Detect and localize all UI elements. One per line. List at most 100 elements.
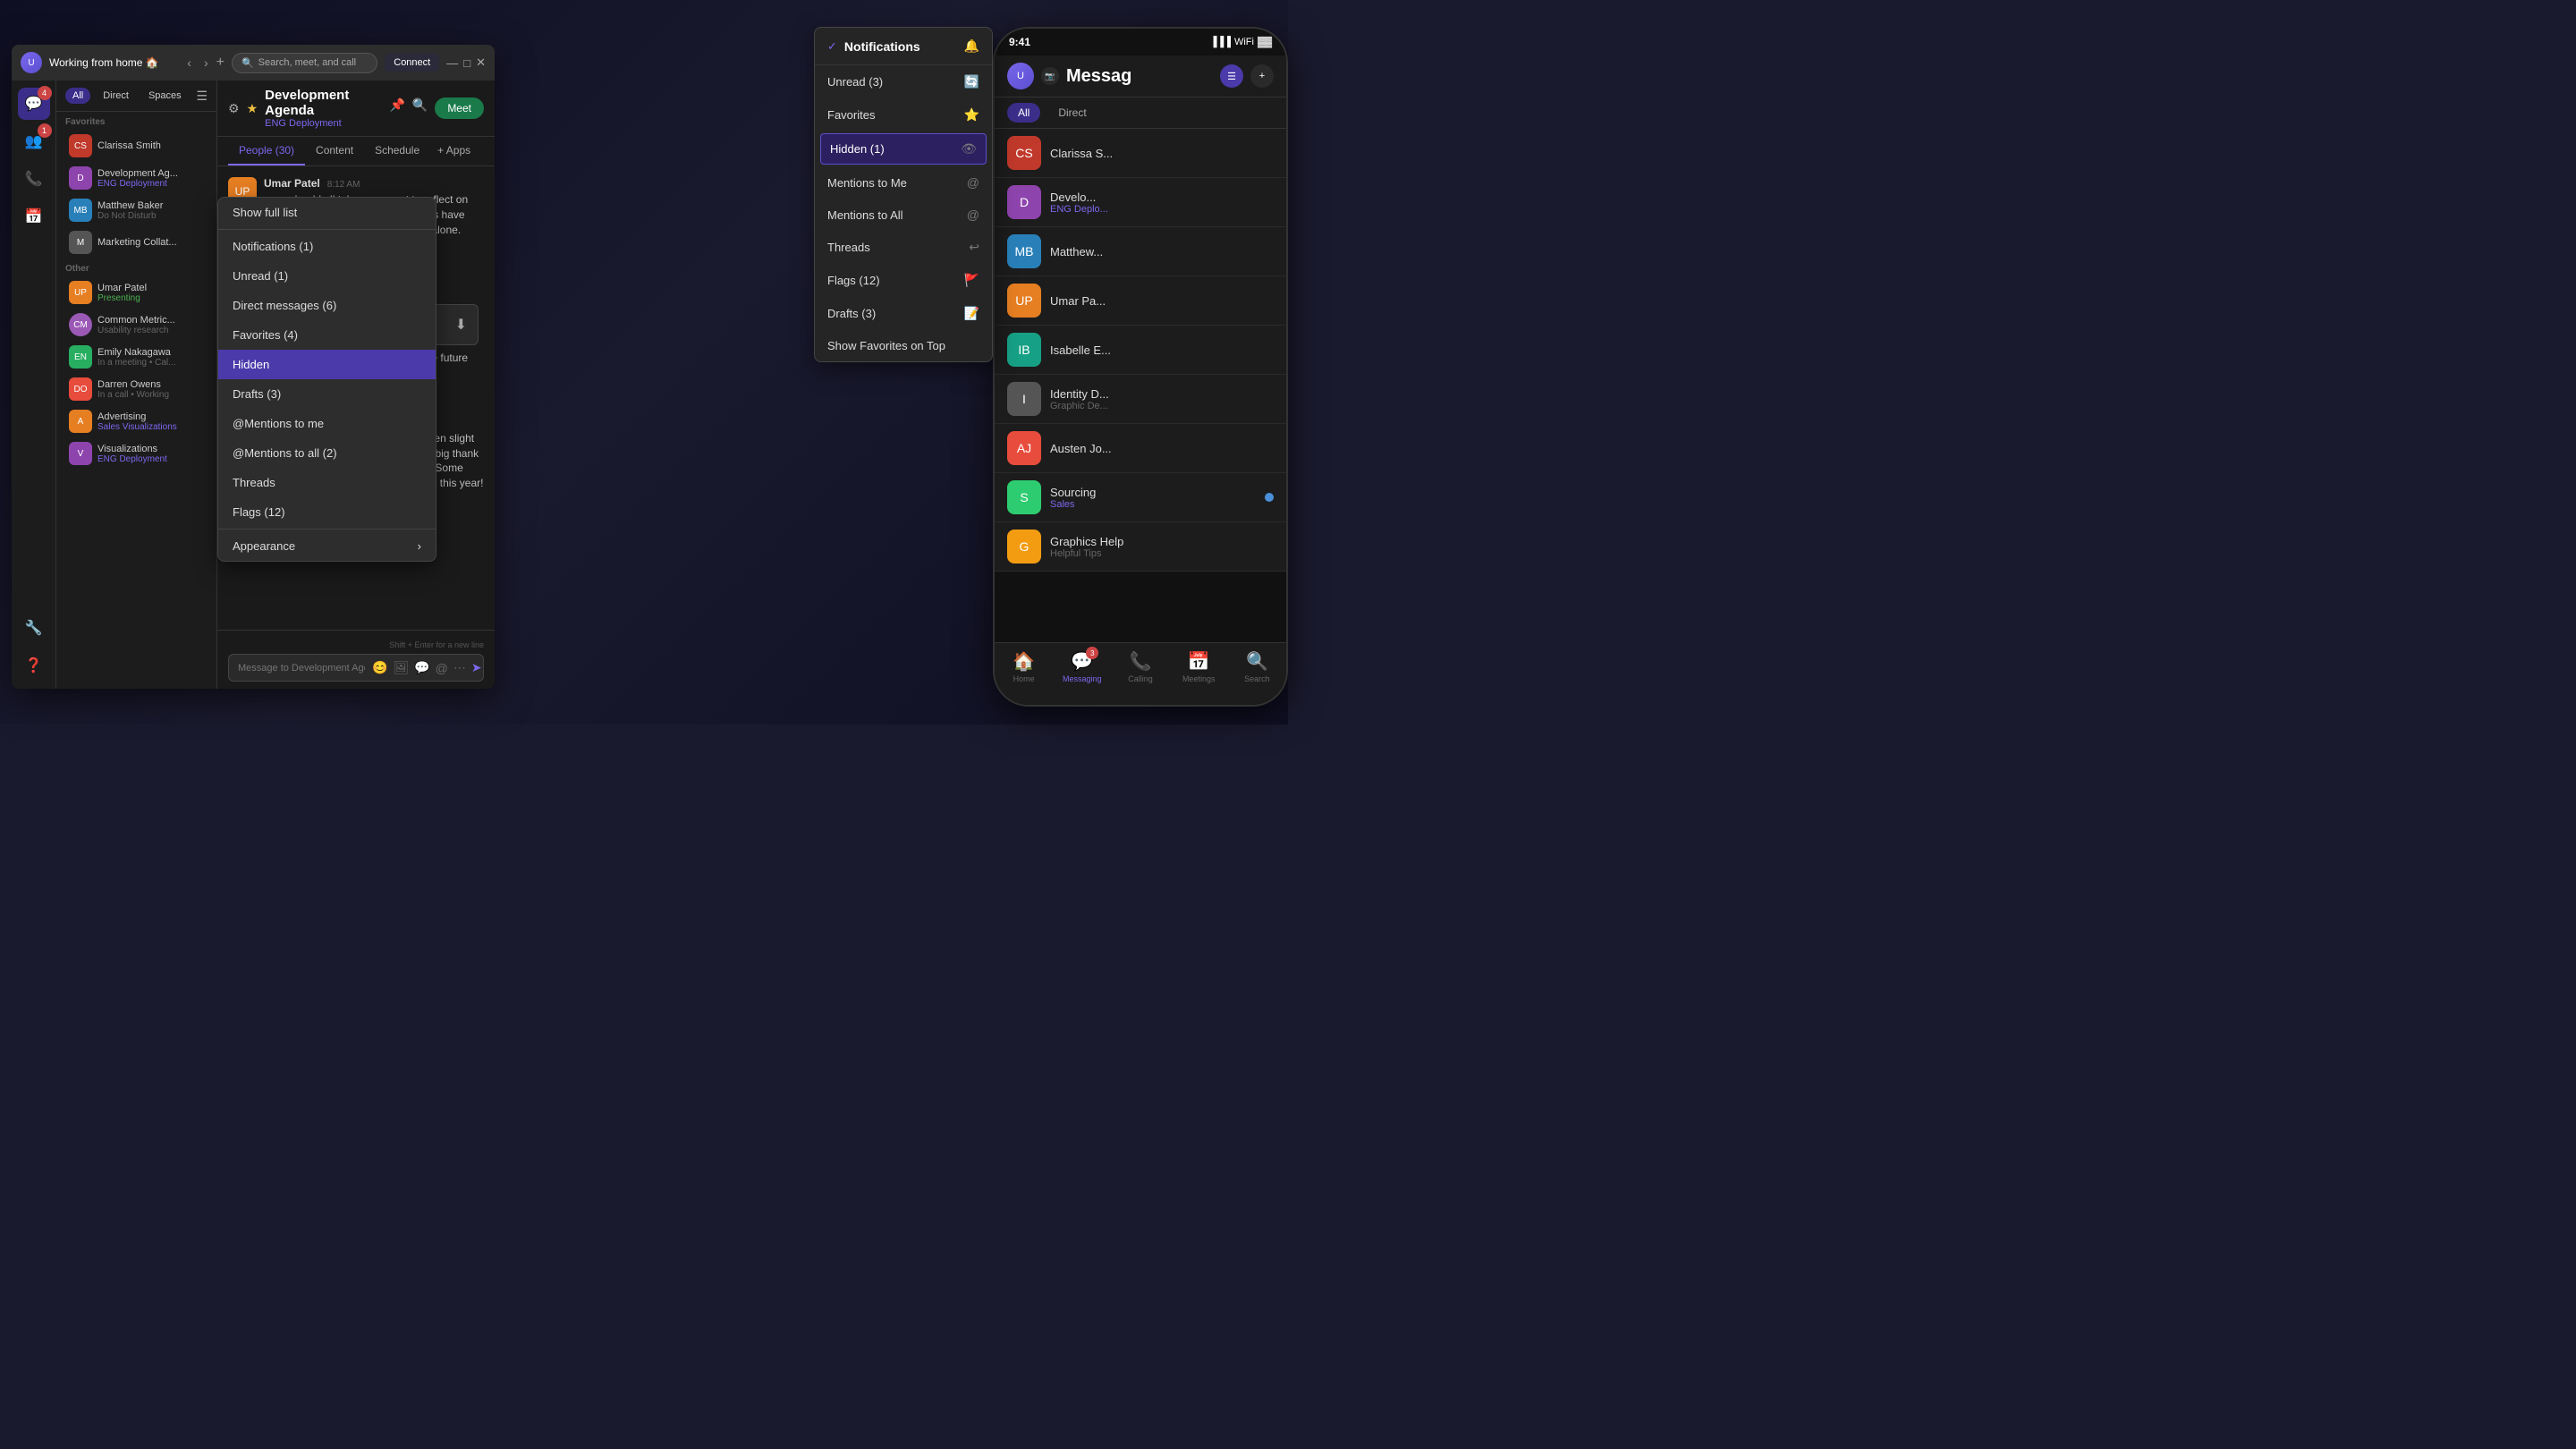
filter-all[interactable]: All (65, 88, 90, 104)
pin-icon[interactable]: 📌 (389, 97, 404, 119)
dropdown-flags[interactable]: Flags (12) (218, 497, 436, 527)
connect-button[interactable]: Connect (385, 54, 439, 72)
minimize-button[interactable]: — (446, 55, 458, 70)
dropdown-hidden[interactable]: Hidden (218, 350, 436, 379)
nav-icon-calendar[interactable]: 📅 (18, 200, 50, 233)
nav-icon-help[interactable]: ❓ (18, 649, 50, 682)
dropdown-notifications[interactable]: Notifications (1) (218, 232, 436, 261)
meet-button[interactable]: Meet (435, 97, 484, 119)
phone-filter-icon[interactable]: ☰ (1220, 64, 1243, 88)
phone-list-item-matthew[interactable]: MB Matthew... (995, 227, 1286, 276)
settings-icon[interactable]: ⚙ (228, 101, 240, 116)
phone-nav-calling[interactable]: 📞 Calling (1111, 650, 1169, 683)
notif-item-drafts[interactable]: Drafts (3) 📝 (815, 297, 992, 330)
tab-schedule[interactable]: Schedule (364, 137, 430, 165)
phone-list-item-umar[interactable]: UP Umar Pa... (995, 276, 1286, 326)
sidebar-item-devagenda[interactable]: D Development Ag... ENG Deployment (60, 163, 213, 193)
download-icon[interactable]: ⬇ (455, 316, 467, 334)
filter-direct[interactable]: Direct (96, 88, 136, 104)
notif-item-favorites[interactable]: Favorites ⭐ (815, 98, 992, 131)
nav-icon-teams[interactable]: 👥 1 (18, 125, 50, 157)
dropdown-label: Drafts (3) (233, 387, 281, 401)
phone-item-info: Identity D... Graphic De... (1050, 387, 1274, 411)
tab-people[interactable]: People (30) (228, 137, 305, 165)
phone-nav-meetings[interactable]: 📅 Meetings (1170, 650, 1228, 683)
sidebar-item-common[interactable]: CM Common Metric... Usability research (60, 309, 213, 340)
dropdown-threads[interactable]: Threads (218, 468, 436, 497)
phone-tab-direct[interactable]: Direct (1047, 103, 1097, 123)
bell-icon[interactable]: 🔔 (964, 38, 979, 54)
attach-button[interactable]: 🖼 (393, 660, 409, 675)
notif-item-unread[interactable]: Unread (3) 🔄 (815, 65, 992, 98)
messaging-label: Messaging (1063, 674, 1102, 683)
phone-status-indicator[interactable]: 📷 (1041, 67, 1059, 85)
dropdown-show-full-list[interactable]: Show full list (218, 198, 436, 227)
dropdown-unread[interactable]: Unread (1) (218, 261, 436, 291)
phone-list-item-graphics[interactable]: G Graphics Help Helpful Tips (995, 522, 1286, 572)
sidebar-item-darren[interactable]: DO Darren Owens In a call • Working (60, 374, 213, 404)
unread-dot (1265, 493, 1274, 502)
dropdown-favorites[interactable]: Favorites (4) (218, 320, 436, 350)
notif-item-show-favorites[interactable]: Show Favorites on Top (815, 330, 992, 361)
sidebar-item-emily[interactable]: EN Emily Nakagawa In a meeting • Cal... (60, 342, 213, 372)
phone-list-item-sourcing[interactable]: S Sourcing Sales (995, 473, 1286, 522)
gif-button[interactable]: 💬 (414, 660, 429, 675)
sidebar-item-umar[interactable]: UP Umar Patel Presenting (60, 277, 213, 308)
sidebar-item-visualizations[interactable]: V Visualizations ENG Deployment (60, 438, 213, 469)
phone-nav-search[interactable]: 🔍 Search (1228, 650, 1286, 683)
filter-spaces[interactable]: Spaces (141, 88, 189, 104)
nav-icon-chat[interactable]: 💬 4 (18, 88, 50, 120)
notif-item-mentions-me[interactable]: Mentions to Me @ (815, 166, 992, 199)
tab-add-apps[interactable]: + Apps (430, 137, 478, 165)
tab-content[interactable]: Content (305, 137, 364, 165)
phone-list-item-dev[interactable]: D Develo... ENG Deplo... (995, 178, 1286, 227)
send-button[interactable]: ➤ (471, 660, 482, 675)
dropdown-label: Favorites (4) (233, 328, 298, 342)
flag-icon: 🚩 (964, 273, 979, 288)
phone-list-item-identity[interactable]: I Identity D... Graphic De... (995, 375, 1286, 424)
dropdown-mentions-me[interactable]: @Mentions to me (218, 409, 436, 438)
maximize-button[interactable]: □ (463, 55, 470, 70)
dropdown-mentions-all[interactable]: @Mentions to all (2) (218, 438, 436, 468)
phone-list-item-clarissa[interactable]: CS Clarissa S... (995, 129, 1286, 178)
item-avatar: UP (69, 281, 92, 304)
message-input[interactable] (238, 663, 365, 674)
search-bar[interactable]: 🔍 Search, meet, and call (232, 53, 377, 73)
star-icon[interactable]: ★ (247, 101, 258, 116)
notif-item-mentions-all[interactable]: Mentions to All @ (815, 199, 992, 231)
sidebar-item-clarissa[interactable]: CS Clarissa Smith (60, 131, 213, 161)
new-tab-button[interactable]: + (216, 54, 225, 72)
notif-item-threads[interactable]: Threads ↩ (815, 231, 992, 264)
phone-nav-messaging[interactable]: 💬 3 Messaging (1053, 650, 1111, 683)
notif-item-hidden[interactable]: Hidden (1) 👁 (820, 133, 987, 165)
mention-button[interactable]: @ (436, 661, 448, 675)
notif-label: Hidden (1) (830, 142, 961, 156)
back-button[interactable]: ‹ (182, 54, 196, 72)
nav-icon-calls[interactable]: 📞 (18, 163, 50, 195)
phone-tab-all[interactable]: All (1007, 103, 1040, 123)
sidebar-menu-icon[interactable]: ☰ (196, 89, 208, 104)
forward-button[interactable]: › (199, 54, 213, 72)
sidebar-item-marketing[interactable]: M Marketing Collat... (60, 227, 213, 258)
notif-label: Mentions to Me (827, 176, 967, 190)
nav-icon-apps[interactable]: 🔧 (18, 612, 50, 644)
phone-nav-home[interactable]: 🏠 Home (995, 650, 1053, 683)
phone-list-item-isabelle[interactable]: IB Isabelle E... (995, 326, 1286, 375)
emoji-button[interactable]: 😊 (372, 660, 387, 675)
phone-list-item-austen[interactable]: AJ Austen Jo... (995, 424, 1286, 473)
phone-compose-icon[interactable]: + (1250, 64, 1274, 88)
favorites-label: Favorites (56, 112, 216, 130)
phone-user-avatar[interactable]: U (1007, 63, 1034, 89)
item-name: Visualizations (97, 444, 204, 454)
dropdown-direct-messages[interactable]: Direct messages (6) (218, 291, 436, 320)
channel-name: Development Agenda (265, 88, 382, 118)
phone-item-avatar: MB (1007, 234, 1041, 268)
dropdown-appearance[interactable]: Appearance › (218, 531, 436, 561)
dropdown-drafts[interactable]: Drafts (3) (218, 379, 436, 409)
sidebar-item-advertising[interactable]: A Advertising Sales Visualizations (60, 406, 213, 436)
close-button[interactable]: ✕ (476, 55, 486, 70)
sidebar-item-matthew[interactable]: MB Matthew Baker Do Not Disturb (60, 195, 213, 225)
search-channel-icon[interactable]: 🔍 (412, 97, 428, 119)
more-button[interactable]: ⋯ (453, 660, 466, 675)
notif-item-flags[interactable]: Flags (12) 🚩 (815, 264, 992, 297)
